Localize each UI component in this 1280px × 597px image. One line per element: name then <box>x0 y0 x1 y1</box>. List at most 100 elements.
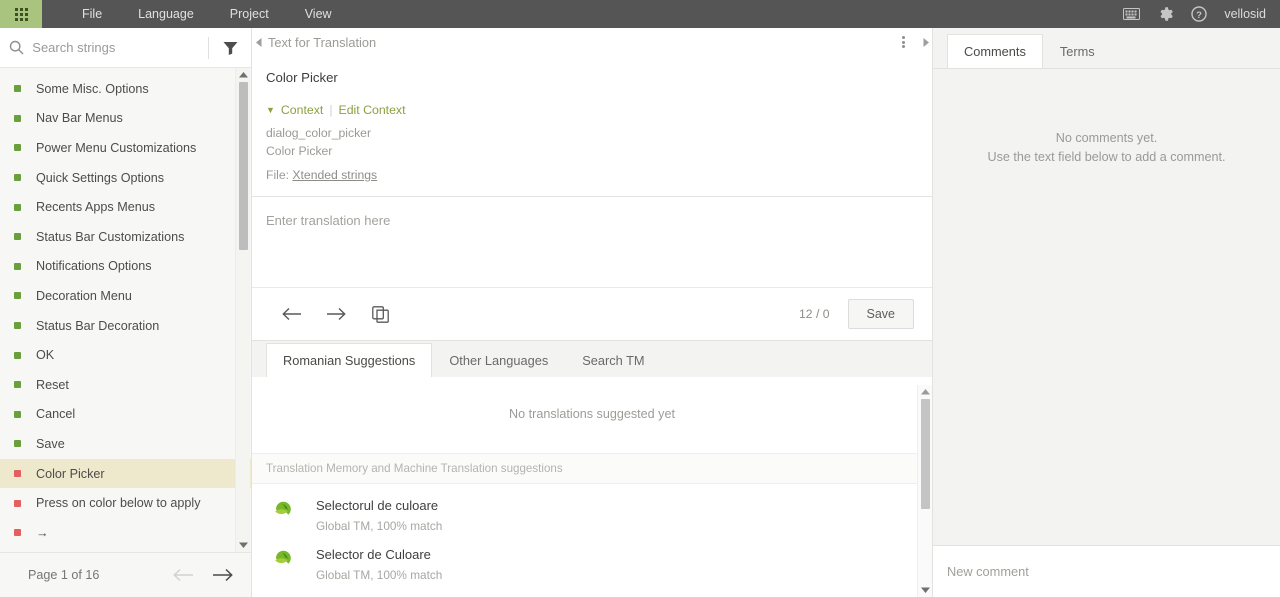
prev-page-button[interactable] <box>173 568 194 582</box>
string-list-item[interactable]: → <box>0 518 251 548</box>
string-list-item[interactable]: Nav Bar Menus <box>0 104 251 134</box>
status-bullet-translated <box>14 292 21 300</box>
new-comment-input[interactable] <box>947 564 1280 579</box>
status-bullet-translated <box>14 233 21 241</box>
save-button[interactable]: Save <box>847 299 914 329</box>
string-list-item-label: Nav Bar Menus <box>36 111 123 126</box>
scroll-up-icon[interactable] <box>236 68 250 82</box>
menu-item-file[interactable]: File <box>64 0 120 28</box>
tm-leaf-icon <box>274 547 316 582</box>
string-list-item[interactable]: Recents Apps Menus <box>0 192 251 222</box>
string-list-item[interactable]: Color Picker <box>0 458 251 489</box>
suggestions-scroll-thumb[interactable] <box>921 399 930 509</box>
menu-item-project[interactable]: Project <box>212 0 287 28</box>
editor-toolbar: 12 / 0 Save <box>252 287 932 340</box>
string-list-item-label: Color Picker <box>36 466 105 481</box>
collapse-right-panel-icon[interactable] <box>920 28 932 56</box>
status-bullet-untranslated <box>14 529 21 537</box>
file-link[interactable]: Xtended strings <box>292 168 377 182</box>
tab-other-languages[interactable]: Other Languages <box>432 343 565 378</box>
status-bullet-translated <box>14 114 21 122</box>
string-list-item[interactable]: Cancel <box>0 400 251 430</box>
string-list-item-label: Power Menu Customizations <box>36 140 197 155</box>
string-list-item[interactable]: Quick Settings Options <box>0 163 251 193</box>
suggestion-item[interactable]: Selectorul de culoare Global TM, 100% mat… <box>252 484 932 533</box>
more-vertical-icon[interactable] <box>886 35 920 50</box>
topbar-right-actions: ? vellosid <box>1122 0 1280 28</box>
context-toggle-link[interactable]: Context <box>281 103 323 117</box>
svg-text:?: ? <box>1196 10 1202 21</box>
string-list-item[interactable]: Reset <box>0 370 251 400</box>
gear-icon[interactable] <box>1156 5 1174 23</box>
string-list-item-label: Quick Settings Options <box>36 170 165 185</box>
string-list-item[interactable]: Press on color below to apply <box>0 488 251 518</box>
string-list-item[interactable]: Some Misc. Options <box>0 74 251 104</box>
suggestions-panel: No translations suggested yet Translatio… <box>252 377 932 597</box>
empty-comments-message: No comments yet. Use the text field belo… <box>933 69 1280 167</box>
string-list-item-label: Press on color below to apply <box>36 496 201 511</box>
status-bullet-translated <box>14 440 21 448</box>
string-list-item-label: Notifications Options <box>36 259 152 274</box>
next-page-button[interactable] <box>212 568 233 582</box>
search-row <box>0 28 251 68</box>
help-icon[interactable]: ? <box>1190 5 1208 23</box>
menu-items: File Language Project View <box>42 0 350 28</box>
empty-comments-line1: No comments yet. <box>1055 131 1158 145</box>
string-list-item-label: Cancel <box>36 407 76 422</box>
string-list-item[interactable]: OK <box>0 340 251 370</box>
search-input[interactable] <box>32 40 209 55</box>
string-list-item[interactable]: Notifications Options <box>0 252 251 282</box>
context-value: Color Picker <box>266 144 333 158</box>
string-list-item[interactable]: Power Menu Customizations <box>0 133 251 163</box>
keyboard-icon[interactable] <box>1122 5 1140 23</box>
string-list[interactable]: Some Misc. Options Nav Bar Menus Power Men… <box>0 68 251 552</box>
string-list-item[interactable]: Status Bar Customizations <box>0 222 251 252</box>
string-list-item-label: Decoration Menu <box>36 288 132 303</box>
username-label[interactable]: vellosid <box>1224 7 1266 21</box>
menu-item-language[interactable]: Language <box>120 0 212 28</box>
apps-grid-button[interactable] <box>0 0 42 28</box>
suggestion-text: Selector de Culoare <box>316 547 431 562</box>
copy-source-icon[interactable] <box>358 297 402 331</box>
translation-editor-wrap: Enter translation here 12 / 0 Save <box>252 196 932 340</box>
context-caret-icon[interactable]: ▼ <box>266 105 275 115</box>
sidebar: Some Misc. Options Nav Bar Menus Power Men… <box>0 28 252 597</box>
tab-comments[interactable]: Comments <box>947 34 1043 69</box>
tab-romanian-suggestions[interactable]: Romanian Suggestions <box>266 343 433 378</box>
filter-funnel-icon[interactable] <box>209 41 251 55</box>
menu-item-view[interactable]: View <box>287 0 350 28</box>
scroll-down-icon[interactable] <box>236 538 250 552</box>
status-bullet-translated <box>14 85 21 93</box>
string-list-item-label: Save <box>36 436 65 451</box>
sidebar-scrollbar[interactable] <box>235 68 250 552</box>
status-bullet-translated <box>14 174 21 182</box>
translation-input[interactable]: Enter translation here <box>252 197 932 287</box>
arrow-left-icon[interactable] <box>270 297 314 331</box>
file-label: File: <box>266 168 290 182</box>
comments-body: No comments yet. Use the text field belo… <box>933 68 1280 545</box>
arrow-right-icon[interactable] <box>314 297 358 331</box>
tab-terms[interactable]: Terms <box>1043 34 1112 69</box>
string-list-item[interactable]: Save <box>0 429 251 459</box>
suggestion-list: Selectorul de culoare Global TM, 100% mat… <box>252 484 932 597</box>
string-list-item[interactable]: Status Bar Decoration <box>0 311 251 341</box>
suggestions-scrollbar[interactable] <box>917 385 932 597</box>
sidebar-scroll-thumb[interactable] <box>239 82 248 250</box>
collapse-sidebar-icon[interactable] <box>252 28 266 56</box>
scroll-up-icon[interactable] <box>918 385 932 399</box>
string-list-item-label: Some Misc. Options <box>36 81 149 96</box>
string-list-item[interactable]: Decoration Menu <box>0 281 251 311</box>
empty-comments-line2: Use the text field below to add a commen… <box>987 150 1226 164</box>
tm-section-header: Translation Memory and Machine Translati… <box>252 453 932 484</box>
edit-context-link[interactable]: Edit Context <box>339 103 406 117</box>
suggestion-item[interactable]: Selector de Culoare Global TM, 100% match <box>252 533 932 582</box>
suggestion-meta: Global TM, 100% match <box>316 568 443 582</box>
right-panel: Comments Terms No comments yet. Use the … <box>932 28 1280 597</box>
tab-search-tm[interactable]: Search TM <box>565 343 661 378</box>
pagination-bar: Page 1 of 16 <box>0 552 251 597</box>
scroll-down-icon[interactable] <box>918 583 932 597</box>
status-bullet-untranslated <box>14 499 21 507</box>
suggestion-item[interactable]: Selector Culoare <box>252 582 932 597</box>
source-text: Color Picker <box>266 70 338 85</box>
apps-grid-icon <box>14 7 28 21</box>
